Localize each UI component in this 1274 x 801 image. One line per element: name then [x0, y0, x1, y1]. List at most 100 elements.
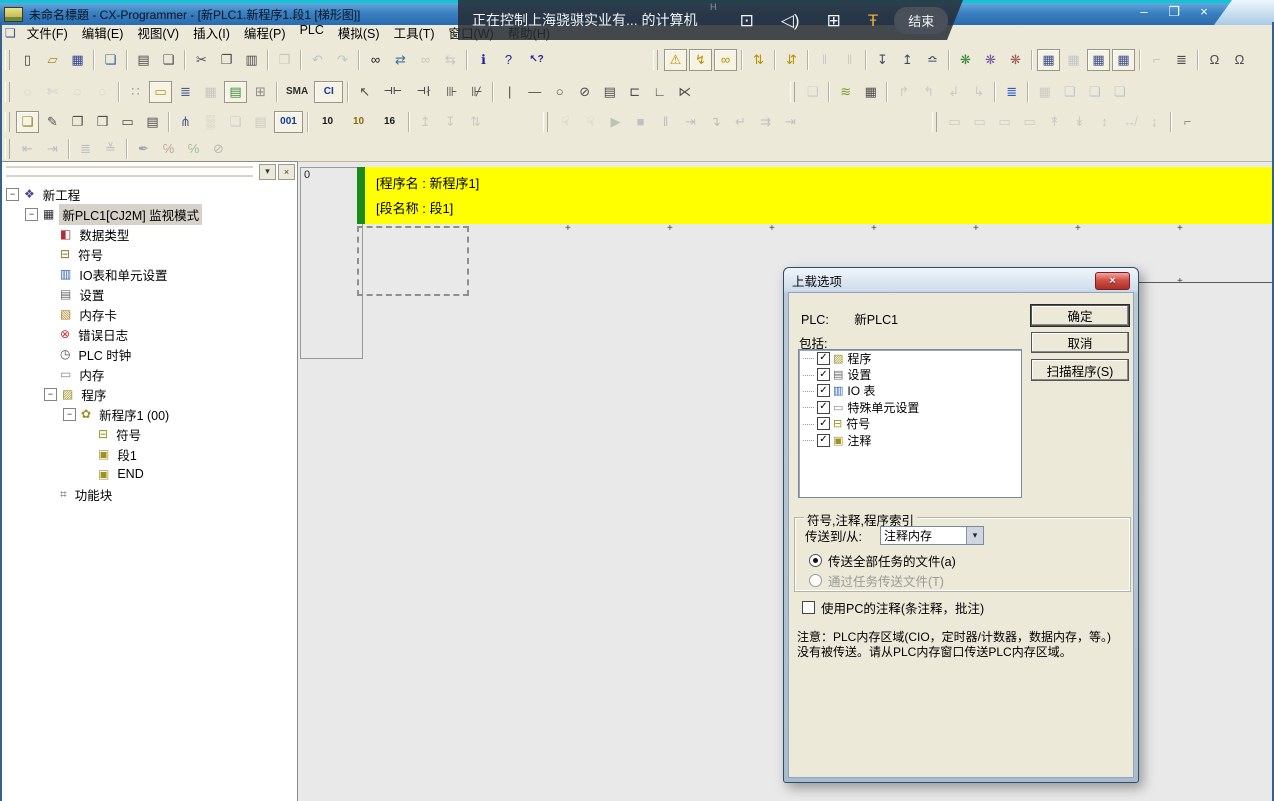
coil-closed-tool-icon[interactable]: ⊘: [573, 81, 596, 103]
go-reference-icon[interactable]: ⇅: [464, 111, 487, 133]
function-block-instance-icon[interactable]: ▦: [859, 81, 882, 103]
tree-item-段1[interactable]: ▣段1: [4, 444, 297, 464]
to-symbol-z-icon[interactable]: ↱: [892, 81, 915, 103]
scan-programs-button[interactable]: 扫描程序(S): [1031, 359, 1129, 381]
include-item-注释[interactable]: ✓▣注释: [799, 432, 1021, 448]
find-icon[interactable]: ∞: [364, 49, 387, 71]
screen-share-icon[interactable]: ⊞: [827, 12, 841, 29]
zoom-window-icon[interactable]: ▒: [199, 111, 222, 133]
watch-window-icon[interactable]: ▦: [1112, 49, 1135, 71]
view-symbol-table-icon[interactable]: ❐: [66, 111, 89, 133]
new-file-icon[interactable]: ▯: [16, 49, 39, 71]
compile-online-icon[interactable]: ↯: [689, 49, 712, 71]
radio-transfer-all-tasks[interactable]: 传送全部任务的文件(a): [809, 551, 956, 570]
split-window-icon[interactable]: ⋔: [174, 111, 197, 133]
panel-dropdown-button[interactable]: ▾: [259, 164, 276, 180]
line-delete-tool-icon[interactable]: ⋉: [673, 81, 696, 103]
find-compile-error-icon[interactable]: ∞: [714, 49, 737, 71]
differential-monitor-2-icon[interactable]: ↨: [1143, 111, 1166, 133]
horizontal-line-tool-icon[interactable]: —: [523, 81, 546, 103]
minimize-button[interactable]: –: [1136, 5, 1152, 18]
signed-decimal-monitor-icon[interactable]: 10: [344, 111, 373, 133]
include-checkbox[interactable]: ✓: [817, 352, 830, 365]
open-file-icon[interactable]: ▱: [41, 49, 64, 71]
tree-item-新程序1 (00)[interactable]: −✿新程序1 (00): [4, 404, 297, 424]
paste-special-icon[interactable]: ❒: [273, 49, 296, 71]
compare-with-plc-icon[interactable]: ≏: [921, 49, 944, 71]
sim-run-to-end-icon[interactable]: ⇥: [779, 111, 802, 133]
selected-cell-outline[interactable]: [357, 226, 469, 296]
watch-sheet-v-icon[interactable]: ❏: [1108, 81, 1131, 103]
force-toggle-icon[interactable]: ℅: [182, 138, 205, 160]
include-checkbox[interactable]: ✓: [817, 384, 830, 397]
sim-run-fast-icon[interactable]: ⇉: [754, 111, 777, 133]
include-listbox[interactable]: ✓▨程序✓▤设置✓▥IO 表✓▭特殊单元设置✓⊟符号✓▣注释: [798, 349, 1022, 498]
paste-icon[interactable]: ▥: [240, 49, 263, 71]
breakpoint-clear-icon[interactable]: ▭: [968, 111, 991, 133]
include-item-符号[interactable]: ✓⊟符号: [799, 416, 1021, 432]
annotation-list-icon[interactable]: ≣: [174, 81, 197, 103]
view-rung-wrap-icon[interactable]: ▭: [116, 111, 139, 133]
zoom-select-icon[interactable]: ◌: [16, 81, 39, 103]
force-cancel-icon[interactable]: ⊘: [207, 138, 230, 160]
tree-expander-icon[interactable]: −: [25, 208, 38, 221]
io-table-window-icon[interactable]: ▦: [1037, 49, 1060, 71]
panel-close-button[interactable]: ×: [278, 164, 295, 180]
watch-sheet-z-icon[interactable]: ❏: [1058, 81, 1081, 103]
transfer-memory-select[interactable]: 注释内存 ▾: [880, 526, 984, 545]
contact-or-open-tool-icon[interactable]: ⊪: [440, 81, 463, 103]
differential-up-icon[interactable]: ↟: [1043, 111, 1066, 133]
pause-icon[interactable]: ‖: [838, 49, 861, 71]
tree-item-内存卡[interactable]: ▧内存卡: [4, 304, 297, 324]
pin-icon[interactable]: Ŧ: [868, 12, 878, 29]
hex-monitor-icon[interactable]: 16: [375, 111, 404, 133]
zoom-out-icon[interactable]: ◌: [66, 81, 89, 103]
redo-icon[interactable]: ↷: [331, 49, 354, 71]
rung-comment-banner[interactable]: [程序名 : 新程序1] [段名称 : 段1]: [357, 167, 1274, 224]
to-symbol-add-icon[interactable]: ↳: [967, 81, 990, 103]
sim-run-icon[interactable]: ▶: [604, 111, 627, 133]
include-checkbox[interactable]: ✓: [817, 368, 830, 381]
tree-expander-icon[interactable]: −: [6, 188, 19, 201]
toolbar-grip[interactable]: [5, 82, 10, 102]
window-properties-icon[interactable]: ▤: [141, 111, 164, 133]
address-reference-tool-icon[interactable]: ≣: [1000, 81, 1023, 103]
breakpoint-set-icon[interactable]: ▭: [943, 111, 966, 133]
end-session-button[interactable]: 结束: [894, 7, 948, 34]
tree-item-错误日志[interactable]: ⊗错误日志: [4, 324, 297, 344]
tree-item-内存[interactable]: ▭内存: [4, 364, 297, 384]
transfer-options-icon[interactable]: ⇅: [747, 49, 770, 71]
rung-comment-icon[interactable]: ▭: [149, 81, 172, 103]
instruction-tool-icon[interactable]: ▤: [598, 81, 621, 103]
rung-shortcut-icon[interactable]: ▦: [199, 81, 222, 103]
differential-set-icon[interactable]: ↕: [1093, 111, 1116, 133]
smart-input-icon[interactable]: SMA: [282, 81, 312, 103]
include-item-设置[interactable]: ✓▤设置: [799, 366, 1021, 382]
to-symbol-v-icon[interactable]: ↲: [942, 81, 965, 103]
toolbar-grip[interactable]: [5, 112, 10, 132]
return-view-icon[interactable]: ⌐: [1176, 111, 1199, 133]
include-item-IO 表[interactable]: ✓▥IO 表: [799, 383, 1021, 399]
set-protection-icon[interactable]: Ω: [1203, 49, 1226, 71]
print-preview-icon[interactable]: ❏: [157, 49, 180, 71]
differential-down-icon[interactable]: ↡: [1068, 111, 1091, 133]
fullscreen-icon[interactable]: ⊡: [740, 12, 754, 29]
include-item-特殊单元设置[interactable]: ✓▭特殊单元设置: [799, 399, 1021, 415]
chevron-down-icon[interactable]: ▾: [966, 527, 983, 544]
function-block-library-icon[interactable]: ≋: [834, 81, 857, 103]
include-checkbox[interactable]: ✓: [817, 401, 830, 414]
differential-monitor-icon[interactable]: ⌐: [1145, 49, 1168, 71]
coil-open-tool-icon[interactable]: ○: [548, 81, 571, 103]
tile-windows-icon[interactable]: ❏: [224, 111, 247, 133]
sim-step-out-icon[interactable]: ↵: [729, 111, 752, 133]
toolbar-grip[interactable]: [5, 50, 10, 70]
watch-sheet-x-icon[interactable]: ❏: [1083, 81, 1106, 103]
tree-item-END[interactable]: ▣END: [4, 464, 297, 484]
close-button[interactable]: ×: [1196, 5, 1212, 18]
cascade-windows-icon[interactable]: ▤: [249, 111, 272, 133]
radio-transfer-by-task[interactable]: 通过任务传送文件(T): [809, 571, 944, 590]
tree-item-IO表和单元设置[interactable]: ▥IO表和单元设置: [4, 264, 297, 284]
differential-clear-icon[interactable]: ↮: [1118, 111, 1141, 133]
vertical-line-tool-icon[interactable]: |: [498, 81, 521, 103]
symbol-bar-icon[interactable]: ▤: [224, 81, 247, 103]
